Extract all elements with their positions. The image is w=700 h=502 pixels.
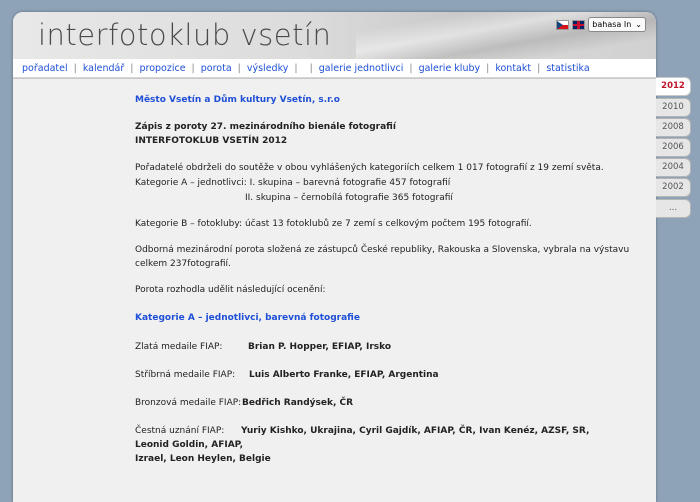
- nav-kontakt[interactable]: kontakt: [493, 63, 533, 74]
- nav-kalendar[interactable]: kalendář: [81, 63, 126, 74]
- language-select-value: bahasa In: [592, 20, 632, 29]
- year-tab-2004[interactable]: 2004: [656, 158, 691, 177]
- category-b-line: Kategorie B – fotokluby: účast 13 fotokl…: [135, 219, 532, 229]
- honor-winners-cont: Leonid Goldin, AFIAP,: [135, 440, 244, 450]
- article-subheading: INTERFOTOKLUB VSETÍN 2012: [135, 136, 288, 146]
- article-heading: Zápis z poroty 27. mezinárodního bienále…: [135, 122, 396, 132]
- year-tab-2006[interactable]: 2006: [656, 138, 691, 157]
- english-flag-icon[interactable]: [572, 19, 586, 30]
- czech-flag-icon[interactable]: [556, 19, 570, 30]
- gold-label: Zlatá medaile FIAP:: [135, 342, 223, 352]
- honor-label: Čestná uznání FIAP:: [135, 426, 225, 436]
- jury-text-cont: celkem 237fotografií.: [135, 259, 231, 269]
- nav-galerie-kluby[interactable]: galerie kluby: [417, 63, 483, 74]
- year-tab-2008[interactable]: 2008: [656, 118, 691, 137]
- year-tab-more[interactable]: ...: [656, 199, 691, 218]
- honor-winners: Yuriy Kishko, Ukrajina, Cyril Gajdík, AF…: [241, 426, 590, 436]
- honor-winners-cont2: Izrael, Leon Heylen, Belgie: [135, 454, 271, 464]
- bronze-label: Bronzová medaile FIAP:: [135, 398, 242, 408]
- jury-decided: Porota rozhodla udělit následující oceně…: [135, 285, 326, 295]
- category-a-line: Kategorie A – jednotlivci: I. skupina – …: [135, 178, 451, 188]
- category-a-color-heading[interactable]: Kategorie A – jednotlivci, barevná fotog…: [135, 312, 360, 326]
- language-switcher: bahasa In ⌄: [556, 17, 646, 32]
- silver-label: Stříbrná medaile FIAP:: [135, 370, 236, 380]
- main-nav: pořadatel | kalendář | propozice | porota | …: [13, 59, 656, 78]
- nav-poradatel[interactable]: pořadatel: [20, 63, 70, 74]
- nav-vysledky[interactable]: výsledky: [245, 63, 291, 74]
- organizer-link[interactable]: Město Vsetín a Dům kultury Vsetín, s.r.o: [135, 94, 340, 108]
- nav-propozice[interactable]: propozice: [137, 63, 187, 74]
- gold-winner: Brian P. Hopper, EFIAP, Irsko: [248, 342, 392, 352]
- site-header: interfotoklub vsetín bahasa In ⌄: [13, 12, 656, 60]
- chevron-down-icon: ⌄: [635, 20, 642, 29]
- year-tab-2010[interactable]: 2010: [656, 98, 691, 117]
- site-title[interactable]: interfotoklub vsetín: [38, 18, 331, 52]
- year-tab-2002[interactable]: 2002: [656, 178, 691, 197]
- jury-text: Odborná mezinárodní porota složená ze zá…: [135, 245, 630, 255]
- silver-winner: Luis Alberto Franke, EFIAP, Argentina: [249, 370, 439, 380]
- intro-text: Pořadatelé obdrželi do soutěže v obou vy…: [135, 163, 604, 173]
- nav-statistika[interactable]: statistika: [544, 63, 591, 74]
- language-select[interactable]: bahasa In ⌄: [588, 17, 646, 32]
- nav-galerie-jednotlivci[interactable]: galerie jednotlivci: [317, 63, 406, 74]
- category-a-group2: II. skupina – černobílá fotografie 365 f…: [245, 193, 453, 203]
- bronze-winner: Bedřich Randýsek, ČR: [242, 398, 354, 408]
- year-tab-2012[interactable]: 2012: [656, 77, 691, 96]
- nav-porota[interactable]: porota: [199, 63, 234, 74]
